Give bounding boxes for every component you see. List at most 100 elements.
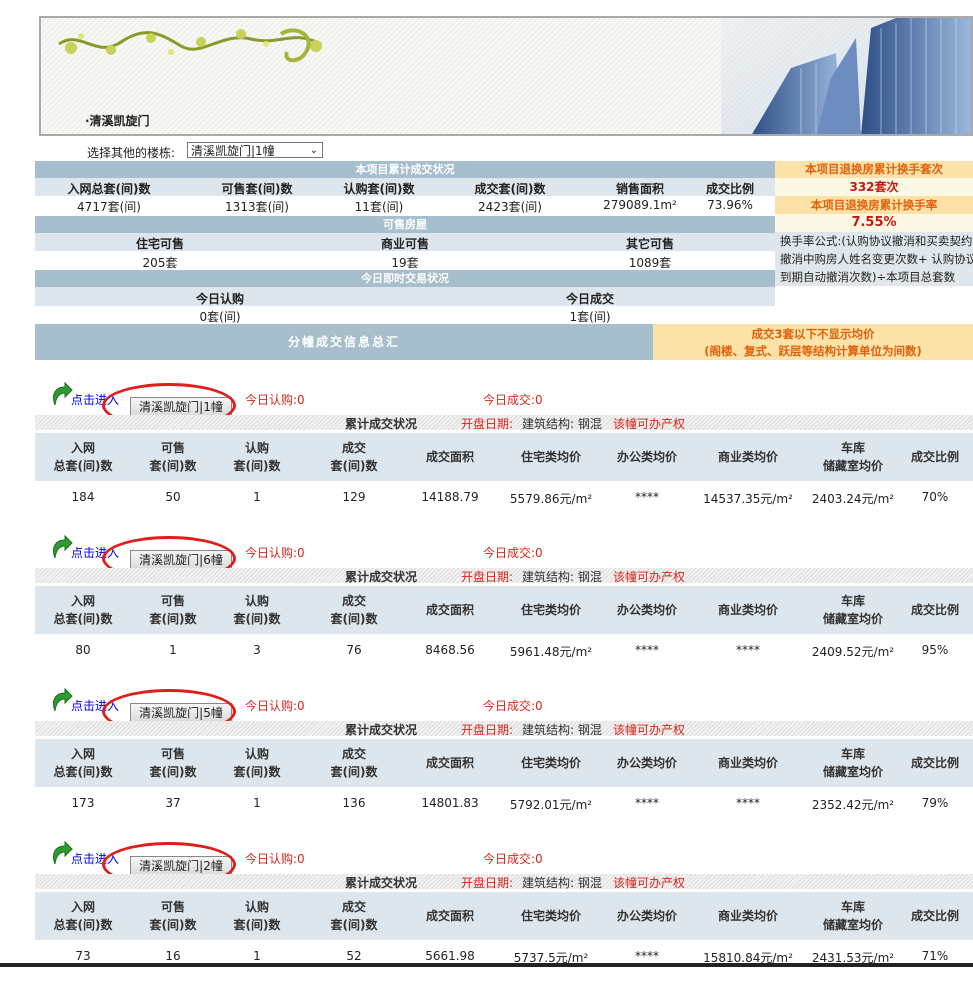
formula-line-2: 撤消中购房人姓名变更次数+ 认购协议 — [780, 252, 973, 266]
available-title: 可售房屋 — [35, 216, 775, 233]
val-deal: 2423套(间) — [478, 200, 542, 214]
curved-arrow-icon — [52, 687, 73, 712]
header-line-2: 套(间)数 — [330, 459, 378, 473]
certificate-label: 该幢可办产权 — [613, 723, 686, 737]
val-today-deal: 1套(间) — [569, 310, 611, 324]
table-header-cell: 住宅类均价 — [491, 433, 611, 481]
header-line-1: 认购 — [244, 441, 269, 455]
header-line-2: 套(间)数 — [149, 612, 197, 626]
today-title: 今日即时交易状况 — [35, 270, 775, 287]
table-cell: 80 — [75, 643, 91, 657]
table-header-cell: 成交 套(间)数 — [299, 892, 409, 940]
building-button[interactable]: 清溪凯旋门|1幢 — [130, 397, 232, 416]
cumulative-label: 累计成交状况 — [345, 417, 418, 431]
today-subscribe: 今日认购:0 — [245, 393, 305, 407]
table-cell: 95% — [921, 643, 949, 657]
header-line-2: 总套(间)数 — [53, 918, 113, 932]
cumulative-title: 本项目累计成交状况 — [35, 161, 775, 178]
header-text: 成交面积 — [425, 603, 474, 617]
header-line-2: 套(间)数 — [330, 918, 378, 932]
val-residential-available: 205套 — [142, 256, 178, 270]
table-header-cell: 办公类均价 — [611, 433, 683, 481]
certificate-label: 该幢可办产权 — [613, 570, 686, 584]
val-total: 4717套(间) — [77, 200, 141, 214]
bottom-border — [0, 963, 973, 967]
building-table-header: 入网 总套(间)数 可售 套(间)数 认购 套(间)数 成交 套(间)数 成交面积 住宅类均价 办公… — [35, 586, 973, 634]
header-line-1: 入网 — [70, 900, 95, 914]
header-line-2: 套(间)数 — [149, 459, 197, 473]
today-header-row: 今日认购 今日成交 — [35, 287, 775, 306]
table-cell: 14188.79 — [421, 490, 479, 504]
col-deal: 成交套(间)数 — [474, 182, 546, 196]
table-cell: 129 — [342, 490, 366, 504]
col-subscribe: 认购套(间)数 — [343, 182, 415, 196]
header-line-1: 入网 — [70, 594, 95, 608]
header-line-2: 套(间)数 — [233, 612, 281, 626]
header-line-2: 套(间)数 — [149, 765, 197, 779]
header-text: 住宅类均价 — [520, 909, 581, 923]
val-today-subscribe: 0套(间) — [199, 310, 241, 324]
exchange-rate-value: 7.55% — [775, 214, 973, 232]
formula-line-1: 换手率公式:(认购协议撤消和买卖契约 — [780, 234, 973, 248]
table-cell: 73 — [75, 949, 91, 963]
header-line-2: 储藏室均价 — [822, 612, 883, 626]
table-cell: 76 — [346, 643, 362, 657]
table-header-cell: 车库 储藏室均价 — [809, 433, 897, 481]
val-other-available: 1089套 — [628, 256, 672, 270]
table-cell: **** — [635, 949, 659, 963]
header-text: 住宅类均价 — [520, 603, 581, 617]
header-line-2: 总套(间)数 — [53, 765, 113, 779]
curved-arrow-icon — [52, 840, 73, 865]
table-header-cell: 办公类均价 — [611, 586, 683, 634]
col-today-deal: 今日成交 — [565, 292, 614, 306]
table-cell: 136 — [342, 796, 366, 810]
header-text: 成交比例 — [910, 909, 959, 923]
structure-label: 建筑结构: 钢混 — [522, 570, 602, 584]
enter-link-label: 点击进入 — [71, 393, 120, 407]
header-line-1: 成交 — [341, 747, 366, 761]
table-cell: 14537.35元/m² — [703, 492, 793, 506]
building-select[interactable]: 清溪凯旋门|1幢 ⌄ — [187, 142, 323, 158]
available-values-row: 205套 19套 1089套 — [35, 251, 775, 270]
building-block: 点击进入 清溪凯旋门|5幢 今日认购:0 今日成交:0 累计成交状况 开盘日期: 建筑结构:… — [35, 687, 973, 829]
header-text: 成交比例 — [910, 603, 959, 617]
table-header-cell: 可售 套(间)数 — [131, 586, 215, 634]
table-cell: 5961.48元/m² — [509, 645, 593, 659]
average-note-line-1: 成交3套以下不显示均价 — [751, 327, 875, 341]
building-button[interactable]: 清溪凯旋门|6幢 — [130, 550, 232, 569]
today-deal: 今日成交:0 — [483, 393, 543, 407]
building-block: 点击进入 清溪凯旋门|6幢 今日认购:0 今日成交:0 累计成交状况 开盘日期: 建筑结构:… — [35, 534, 973, 676]
cumulative-values-row: 4717套(间) 1313套(间) 11套(间) 2423套(间) 279089… — [35, 196, 775, 214]
exchange-count-value: 332套次 — [775, 178, 973, 196]
structure-label: 建筑结构: 钢混 — [522, 876, 602, 890]
table-cell: **** — [635, 796, 659, 810]
building-selector-row: 选择其他的楼栋: 清溪凯旋门|1幢 ⌄ — [35, 142, 973, 160]
header-text: 成交面积 — [425, 756, 474, 770]
header-text: 办公类均价 — [616, 909, 677, 923]
exchange-count-title: 本项目退换房累计换手套次 — [775, 161, 973, 178]
table-header-cell: 成交比例 — [897, 892, 973, 940]
table-cell: **** — [635, 643, 659, 657]
header-text: 商业类均价 — [717, 450, 778, 464]
header-line-1: 车库 — [840, 441, 865, 455]
building-button[interactable]: 清溪凯旋门|5幢 — [130, 703, 232, 722]
header-text: 商业类均价 — [717, 603, 778, 617]
table-header-cell: 住宅类均价 — [491, 739, 611, 787]
average-price-note: 成交3套以下不显示均价 (阁楼、复式、跃层等结构计算单位为间数) — [653, 324, 973, 360]
certificate-label: 该幢可办产权 — [613, 417, 686, 431]
table-header-cell: 住宅类均价 — [491, 892, 611, 940]
table-cell: 8468.56 — [425, 643, 475, 657]
table-header-cell: 入网 总套(间)数 — [35, 433, 131, 481]
header-line-1: 可售 — [160, 747, 185, 761]
building-button[interactable]: 清溪凯旋门|2幢 — [130, 856, 232, 875]
table-cell: 52 — [346, 949, 362, 963]
structure-label: 建筑结构: 钢混 — [522, 723, 602, 737]
today-subscribe: 今日认购:0 — [245, 546, 305, 560]
header-text: 商业类均价 — [717, 756, 778, 770]
selector-label: 选择其他的楼栋: — [87, 146, 176, 160]
header-line-2: 套(间)数 — [149, 918, 197, 932]
table-cell: 16 — [165, 949, 181, 963]
header-line-2: 总套(间)数 — [53, 459, 113, 473]
header-text: 商业类均价 — [717, 909, 778, 923]
building-summary-title: 分幢成交信息总汇 — [35, 324, 653, 360]
